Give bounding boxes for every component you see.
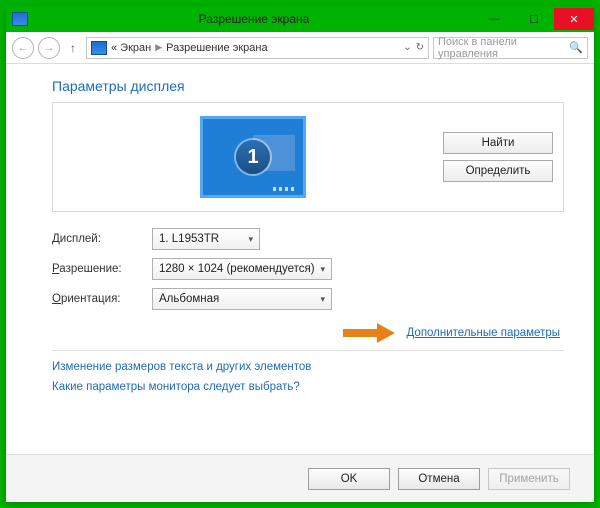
- window-title: Разрешение экрана: [34, 12, 474, 26]
- cancel-button[interactable]: Отмена: [398, 468, 480, 490]
- app-icon: [12, 12, 28, 26]
- monitor-number: 1: [236, 140, 270, 174]
- page-heading: Параметры дисплея: [52, 78, 564, 94]
- navbar: ← → ↑ « Экран ▶ Разрешение экрана ⌄ ↻ По…: [6, 32, 594, 64]
- orientation-label: Ориентация:: [52, 293, 152, 305]
- display-value: 1. L1953TR: [159, 233, 219, 245]
- refresh-icon[interactable]: ↻: [416, 42, 424, 53]
- advanced-settings-area: Дополнительные параметры: [52, 324, 564, 342]
- chevron-down-icon: ▾: [248, 234, 253, 245]
- content: Параметры дисплея 1 Найти Определить Дис…: [6, 64, 594, 454]
- window: Разрешение экрана — ☐ ✕ ← → ↑ « Экран ▶ …: [6, 6, 594, 502]
- up-button[interactable]: ↑: [64, 41, 82, 55]
- display-area: 1 Найти Определить: [52, 102, 564, 212]
- ok-button[interactable]: OK: [308, 468, 390, 490]
- footer: OK Отмена Применить: [6, 454, 594, 502]
- breadcrumb-current: Разрешение экрана: [166, 42, 267, 54]
- find-button[interactable]: Найти: [443, 132, 553, 154]
- display-select[interactable]: 1. L1953TR ▾: [152, 228, 260, 250]
- text-size-link[interactable]: Изменение размеров текста и других элеме…: [52, 361, 564, 373]
- breadcrumb-root: « Экран: [111, 42, 151, 54]
- search-placeholder: Поиск в панели управления: [438, 36, 569, 60]
- orientation-value: Альбомная: [159, 293, 219, 305]
- close-button[interactable]: ✕: [554, 8, 594, 30]
- search-icon: 🔍: [569, 41, 583, 54]
- resolution-label: Разрешение:: [52, 263, 152, 275]
- breadcrumb[interactable]: « Экран ▶ Разрешение экрана ⌄ ↻: [86, 37, 429, 59]
- maximize-button[interactable]: ☐: [514, 8, 554, 30]
- highlight-arrow-icon: [343, 324, 399, 342]
- detect-button[interactable]: Определить: [443, 160, 553, 182]
- display-label: Дисплей:: [52, 233, 152, 245]
- orientation-select[interactable]: Альбомная ▾: [152, 288, 332, 310]
- breadcrumb-icon: [91, 41, 107, 55]
- search-input[interactable]: Поиск в панели управления 🔍: [433, 37, 588, 59]
- titlebar: Разрешение экрана — ☐ ✕: [6, 6, 594, 32]
- form-rows: Дисплей: 1. L1953TR ▾ Разрешение: 1280 ×…: [52, 228, 564, 310]
- chevron-down-icon: ▾: [320, 264, 325, 275]
- resolution-select[interactable]: 1280 × 1024 (рекомендуется) ▾: [152, 258, 332, 280]
- advanced-settings-link[interactable]: Дополнительные параметры: [407, 327, 561, 339]
- apply-button[interactable]: Применить: [488, 468, 570, 490]
- chevron-right-icon: ▶: [155, 42, 162, 53]
- display-preview[interactable]: 1: [200, 116, 306, 198]
- minimize-button[interactable]: —: [474, 8, 514, 30]
- which-settings-link[interactable]: Какие параметры монитора следует выбрать…: [52, 381, 564, 393]
- back-button[interactable]: ←: [12, 37, 34, 59]
- breadcrumb-dropdown-icon[interactable]: ⌄: [403, 42, 411, 53]
- help-links: Изменение размеров текста и других элеме…: [52, 361, 564, 393]
- forward-button[interactable]: →: [38, 37, 60, 59]
- divider: [52, 350, 564, 351]
- chevron-down-icon: ▾: [320, 294, 325, 305]
- resolution-value: 1280 × 1024 (рекомендуется): [159, 263, 315, 275]
